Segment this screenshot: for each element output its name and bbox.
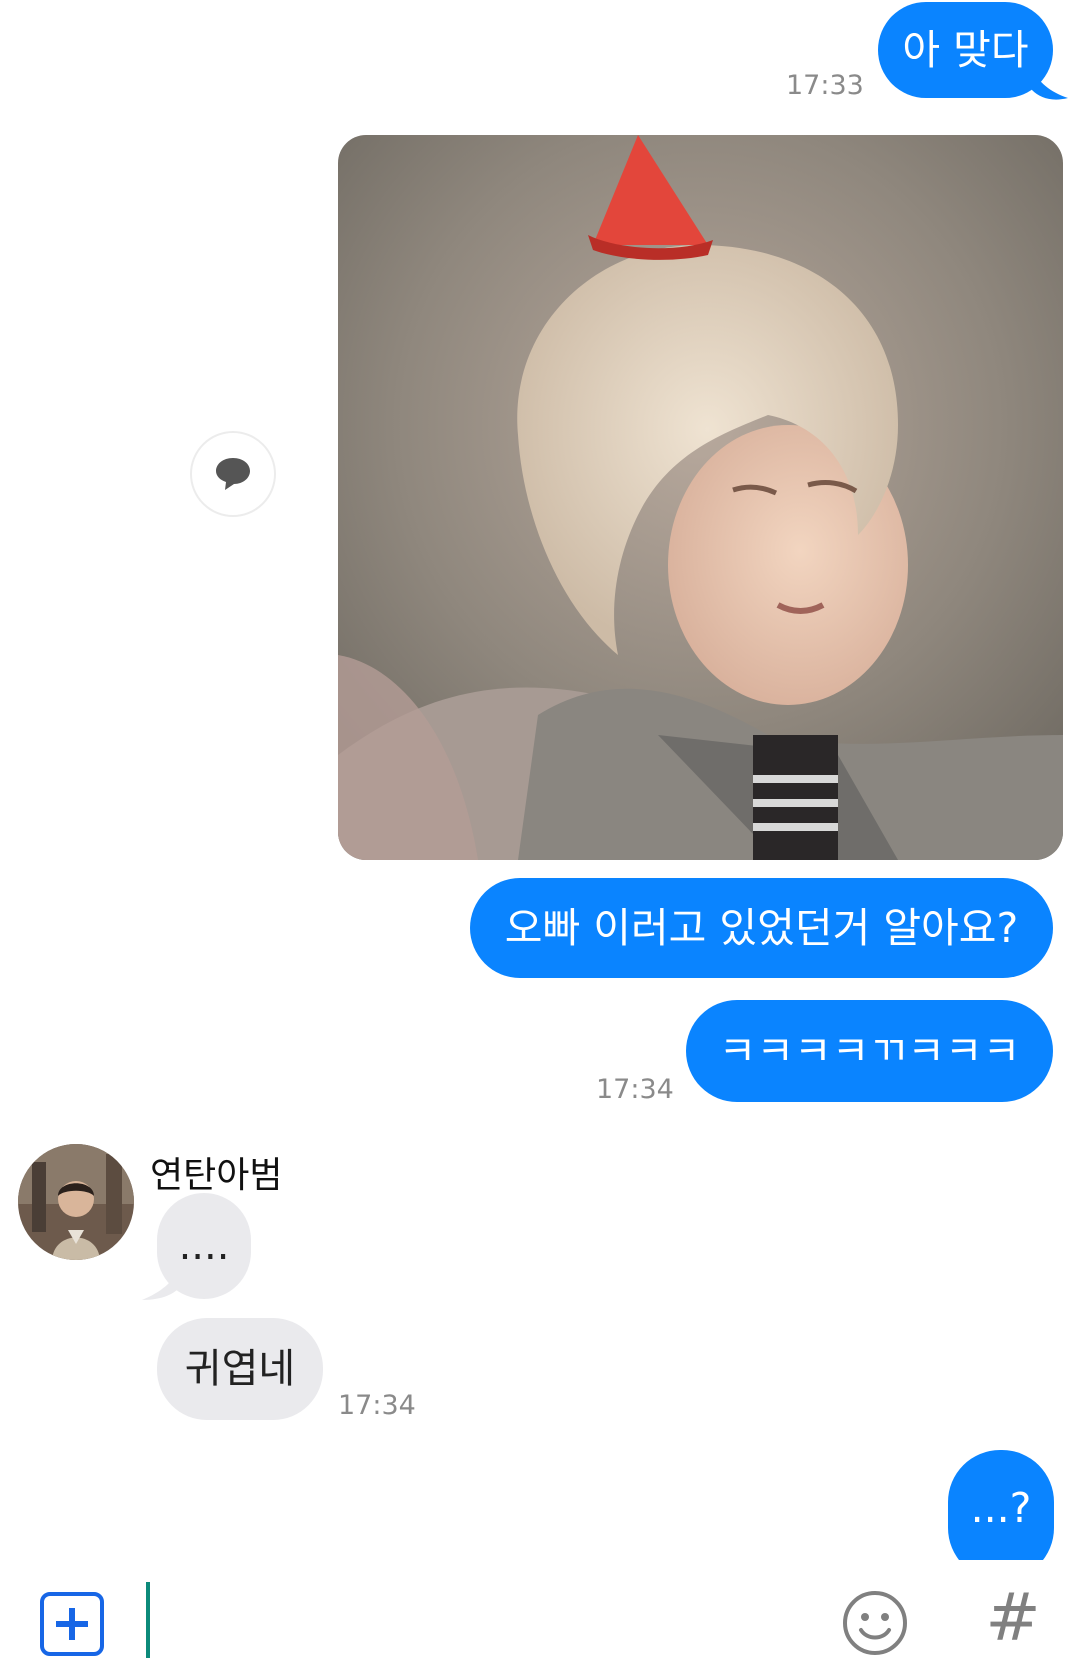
message-text: ....	[178, 1223, 230, 1269]
avatar[interactable]	[18, 1144, 134, 1260]
message-bubble-outgoing[interactable]: ...?	[948, 1450, 1054, 1560]
timestamp: 17:34	[596, 1074, 674, 1105]
message-bubble-outgoing[interactable]: ㅋㅋㅋㅋㄲㅋㅋㅋ	[686, 1000, 1053, 1102]
avatar-image	[18, 1144, 134, 1260]
smiley-icon[interactable]	[842, 1590, 908, 1656]
message-text: 오빠 이러고 있었던거 알아요?	[504, 903, 1019, 952]
message-bubble-outgoing[interactable]: 오빠 이러고 있었던거 알아요?	[470, 878, 1053, 978]
message-input-bar: #	[0, 1560, 1080, 1680]
message-bubble-incoming[interactable]: 귀엽네	[157, 1318, 323, 1420]
message-text: 아 맞다	[902, 25, 1029, 74]
message-bubble-outgoing[interactable]: 아 맞다	[878, 2, 1053, 98]
shared-photo[interactable]	[338, 135, 1063, 860]
timestamp: 17:34	[338, 1390, 416, 1421]
hashtag-button[interactable]: #	[980, 1578, 1046, 1658]
share-button[interactable]	[190, 431, 276, 517]
bubble-tail	[142, 1262, 182, 1300]
message-text: ...?	[970, 1484, 1032, 1532]
chat-bubble-icon	[216, 458, 250, 490]
message-text: 귀엽네	[184, 1346, 296, 1392]
sender-name: 연탄아범	[150, 1155, 283, 1196]
text-cursor[interactable]	[146, 1582, 150, 1658]
add-attachment-button[interactable]	[40, 1592, 104, 1656]
message-text: ㅋㅋㅋㅋㄲㅋㅋㅋ	[718, 1026, 1021, 1075]
chat-thread[interactable]: 아 맞다 17:33 오빠 이러고 있었던거 알아요? ㅋㅋㅋㅋㄲㅋㅋㅋ 17:…	[0, 0, 1080, 1560]
plus-icon	[56, 1608, 88, 1640]
photo-image	[338, 135, 1063, 860]
timestamp: 17:33	[786, 70, 864, 101]
bubble-tail	[1032, 68, 1068, 100]
